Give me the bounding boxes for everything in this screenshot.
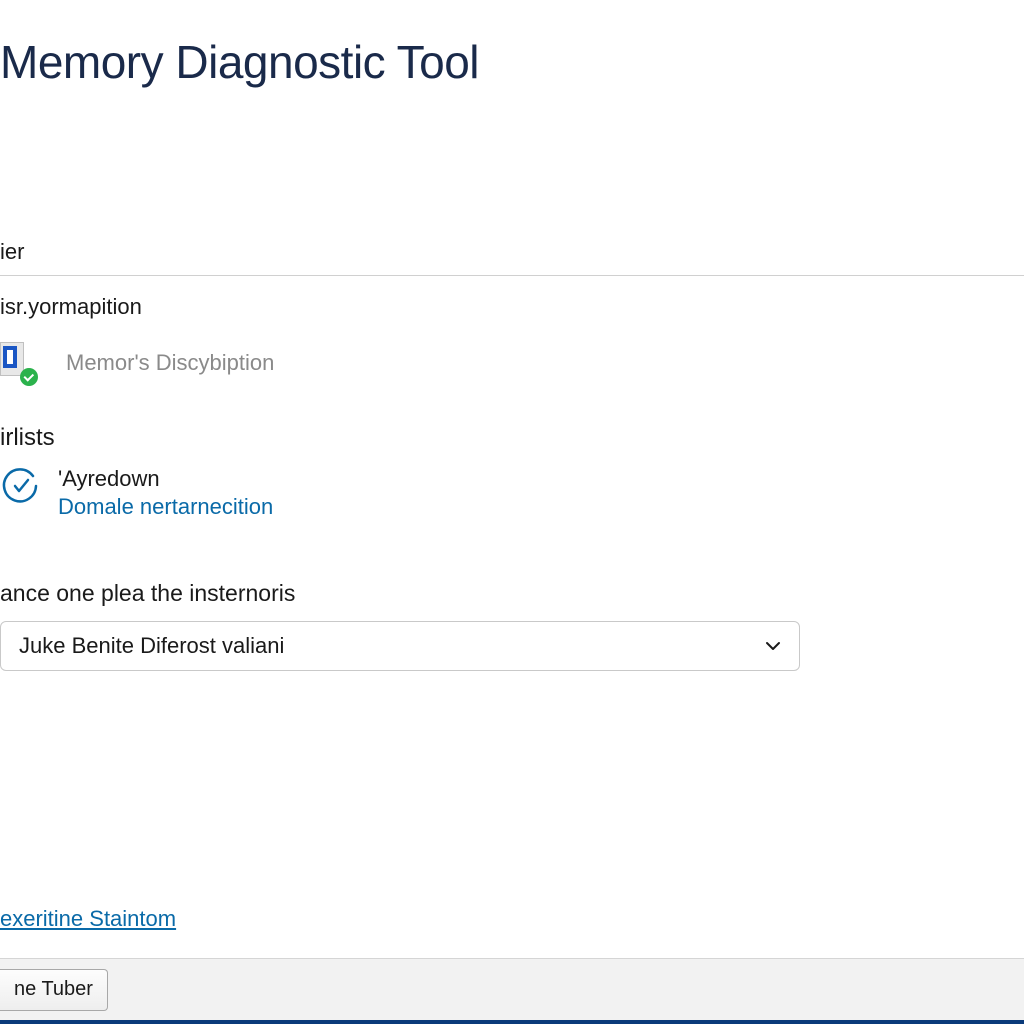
checkmark-badge-icon bbox=[20, 368, 38, 386]
section-info-heading: isr.yormapition bbox=[0, 294, 1024, 320]
section-lists-heading: irlists bbox=[0, 424, 1024, 452]
page-title: Memory Diagnostic Tool bbox=[0, 0, 1024, 89]
dropdown-selected-value: Juke Benite Diferost valiani bbox=[19, 633, 284, 659]
memory-chip-icon bbox=[0, 342, 36, 384]
chevron-down-icon bbox=[765, 638, 781, 654]
list-item-primary: 'Ayredown bbox=[58, 466, 273, 492]
footer-action-button[interactable]: ne Tuber bbox=[0, 969, 108, 1011]
page-root: Memory Diagnostic Tool ier isr.yormapiti… bbox=[0, 0, 1024, 1024]
list-item-link[interactable]: Domale nertarnecition bbox=[58, 494, 273, 520]
info-description: Memor's Discybiption bbox=[66, 350, 274, 376]
spacer bbox=[0, 89, 1024, 239]
list-item: 'Ayredown Domale nertarnecition bbox=[0, 466, 1024, 520]
section-lists: irlists 'Ayredown Domale nertarnecition bbox=[0, 424, 1024, 520]
options-dropdown[interactable]: Juke Benite Diferost valiani bbox=[0, 621, 800, 671]
bottom-help-link[interactable]: exeritine Staintom bbox=[0, 906, 176, 932]
tab-label[interactable]: ier bbox=[0, 239, 1024, 276]
refresh-check-icon bbox=[0, 466, 40, 506]
list-item-text: 'Ayredown Domale nertarnecition bbox=[58, 466, 273, 520]
dropdown-prompt-label: ance one plea the insternoris bbox=[0, 580, 1024, 607]
footer-bar: ne Tuber bbox=[0, 958, 1024, 1024]
info-row: Memor's Discybiption bbox=[0, 342, 1024, 384]
